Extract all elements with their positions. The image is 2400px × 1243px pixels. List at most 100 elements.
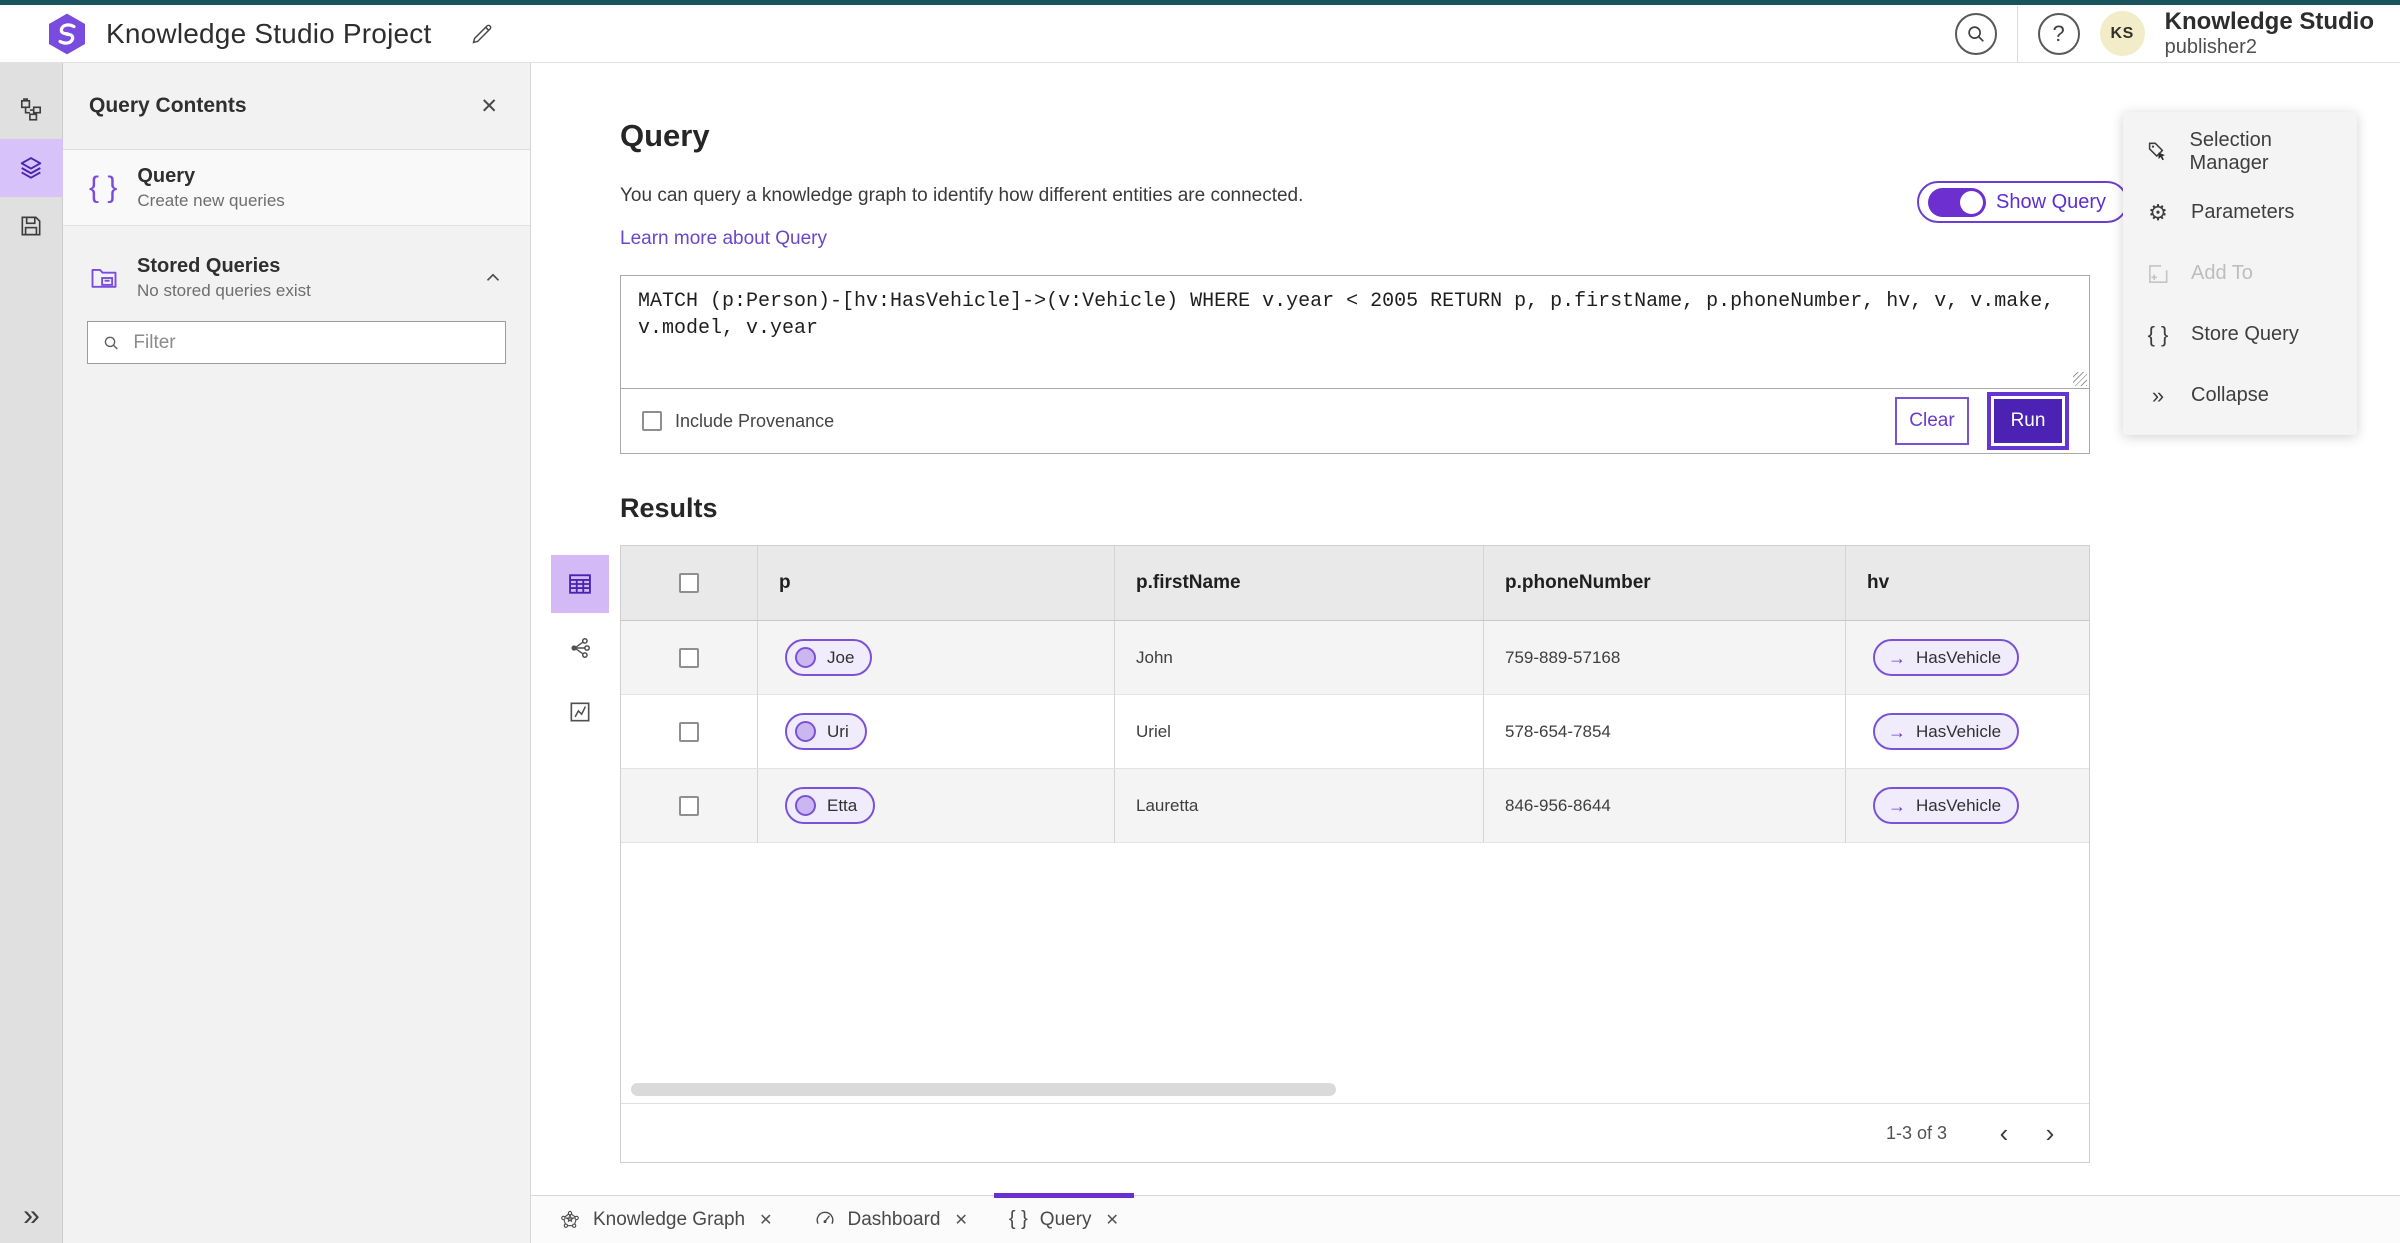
chevron-up-icon: [486, 273, 500, 281]
p-cell: Etta: [757, 769, 1114, 842]
person-node-pill[interactable]: Uri: [785, 713, 867, 750]
rail-item-saved[interactable]: [0, 197, 63, 255]
firstname-cell: Lauretta: [1114, 769, 1483, 842]
edge-arrow-icon: →: [1888, 795, 1906, 816]
project-title: Knowledge Studio Project: [106, 17, 432, 49]
row-checkbox-cell: [621, 695, 757, 768]
save-icon: [21, 216, 41, 236]
selection-manager-button[interactable]: Selection Manager: [2123, 121, 2357, 182]
column-header-firstname[interactable]: p.firstName: [1114, 546, 1483, 620]
rail-item-knowledge-graph[interactable]: [0, 81, 63, 139]
filter-input[interactable]: [133, 331, 491, 354]
toggle-on-icon: [1928, 187, 1986, 217]
table-view-icon: [569, 574, 591, 594]
edge-pill[interactable]: → HasVehicle: [1873, 787, 2020, 824]
store-query-button[interactable]: { } Store Query: [2123, 304, 2357, 365]
edge-label: HasVehicle: [1916, 795, 2002, 815]
help-button[interactable]: ?: [2037, 12, 2080, 55]
hv-cell: → HasVehicle: [1845, 621, 2089, 694]
chart-view-button[interactable]: [551, 683, 609, 741]
node-dot-icon: [795, 647, 816, 668]
edge-pill[interactable]: → HasVehicle: [1873, 639, 2020, 676]
stored-queries-section[interactable]: Stored Queries No stored queries exist: [63, 243, 530, 311]
next-page-button[interactable]: ›: [2027, 1111, 2073, 1155]
graph-view-button[interactable]: [551, 619, 609, 677]
query-section-title: Query: [620, 118, 710, 153]
person-node-pill[interactable]: Etta: [785, 787, 876, 824]
tab-label: Knowledge Graph: [593, 1208, 746, 1230]
query-input[interactable]: MATCH (p:Person)-[hv:HasVehicle]->(v:Veh…: [621, 276, 2089, 388]
learn-more-link[interactable]: Learn more about Query: [620, 228, 827, 250]
header-checkbox-cell: [621, 546, 757, 620]
add-to-label: Add To: [2191, 262, 2253, 284]
query-item-title: Query: [137, 164, 196, 187]
show-query-toggle[interactable]: Show Query: [1917, 181, 2129, 223]
column-header-phonenumber[interactable]: p.phoneNumber: [1483, 546, 1845, 620]
filter-search-icon: [104, 336, 118, 350]
chevron-right-icon: ›: [2045, 1117, 2055, 1148]
close-tab-icon[interactable]: ✕: [1106, 1210, 1119, 1230]
stored-queries-collapse-button[interactable]: [482, 267, 504, 289]
stored-queries-folder-icon: [91, 268, 117, 288]
table-row[interactable]: Etta Lauretta 846-956-8644 → HasVehicle: [621, 769, 2089, 843]
product-name: Knowledge Studio: [2164, 7, 2374, 35]
app-logo-icon: [48, 13, 86, 54]
clear-button[interactable]: Clear: [1895, 397, 1969, 445]
rail-item-layers-active[interactable]: [0, 139, 63, 197]
collapse-panel-button[interactable]: » Collapse: [2123, 365, 2357, 426]
hv-cell: → HasVehicle: [1845, 769, 2089, 842]
dashboard-tab-icon: [816, 1211, 833, 1224]
panel-gap: [63, 226, 530, 243]
select-all-checkbox[interactable]: [679, 573, 699, 593]
column-header-hv[interactable]: hv: [1845, 546, 2089, 620]
panel-header: Query Contents ✕: [63, 63, 530, 150]
row-checkbox[interactable]: [679, 721, 699, 742]
tab-query-active[interactable]: { } Query ✕: [993, 1192, 1135, 1243]
stored-queries-title: Stored Queries: [137, 255, 281, 277]
search-button[interactable]: [1954, 12, 1997, 55]
results-title: Results: [620, 493, 718, 523]
bottom-tab-bar: Knowledge Graph ✕ Dashboard ✕ { } Query …: [531, 1192, 2400, 1243]
run-button[interactable]: Run: [1994, 399, 2062, 443]
p-cell: Joe: [757, 621, 1114, 694]
previous-page-button[interactable]: ‹: [1981, 1111, 2027, 1155]
parameters-button[interactable]: ⚙ Parameters: [2123, 182, 2357, 243]
close-tab-icon[interactable]: ✕: [954, 1210, 967, 1230]
query-editor-footer: Include Provenance Clear Run: [621, 389, 2089, 453]
add-to-button: Add To: [2123, 243, 2357, 304]
search-icon: [1967, 25, 1984, 42]
table-view-button[interactable]: [551, 555, 609, 613]
edge-label: HasVehicle: [1916, 647, 2002, 667]
store-query-braces-icon: { }: [2147, 321, 2169, 347]
row-checkbox-cell: [621, 769, 757, 842]
person-node-pill[interactable]: Joe: [785, 639, 873, 676]
edit-title-button[interactable]: [469, 21, 495, 47]
table-row[interactable]: Joe John 759-889-57168 → HasVehicle: [621, 621, 2089, 695]
panel-item-query[interactable]: { } Query Create new queries: [63, 150, 530, 226]
column-header-p[interactable]: p: [757, 546, 1114, 620]
table-row[interactable]: Uri Uriel 578-654-7854 → HasVehicle: [621, 695, 2089, 769]
query-tab-braces-icon: { }: [1008, 1208, 1028, 1230]
avatar[interactable]: KS: [2099, 11, 2145, 56]
user-block: Knowledge Studio publisher2: [2164, 7, 2374, 58]
layers-icon: [20, 157, 42, 179]
tab-knowledge-graph[interactable]: Knowledge Graph ✕: [544, 1196, 788, 1243]
parameters-label: Parameters: [2191, 201, 2295, 223]
include-provenance-checkbox[interactable]: [642, 411, 662, 431]
filter-field: [87, 321, 506, 364]
node-label: Joe: [827, 647, 855, 667]
edge-pill[interactable]: → HasVehicle: [1873, 713, 2020, 750]
panel-close-button[interactable]: ✕: [480, 94, 498, 119]
node-label: Etta: [827, 795, 858, 815]
tab-dashboard[interactable]: Dashboard ✕: [799, 1196, 983, 1243]
row-checkbox[interactable]: [679, 795, 699, 816]
include-provenance-label: Include Provenance: [675, 410, 835, 431]
selection-manager-icon: [2148, 142, 2165, 160]
horizontal-scrollbar-thumb[interactable]: [631, 1083, 1336, 1096]
user-name: publisher2: [2164, 35, 2257, 58]
rail-expand-button[interactable]: »: [0, 1199, 63, 1233]
close-tab-icon[interactable]: ✕: [759, 1210, 772, 1230]
resize-grip-icon[interactable]: [2073, 372, 2087, 386]
row-checkbox[interactable]: [679, 647, 699, 668]
edge-label: HasVehicle: [1916, 721, 2002, 741]
